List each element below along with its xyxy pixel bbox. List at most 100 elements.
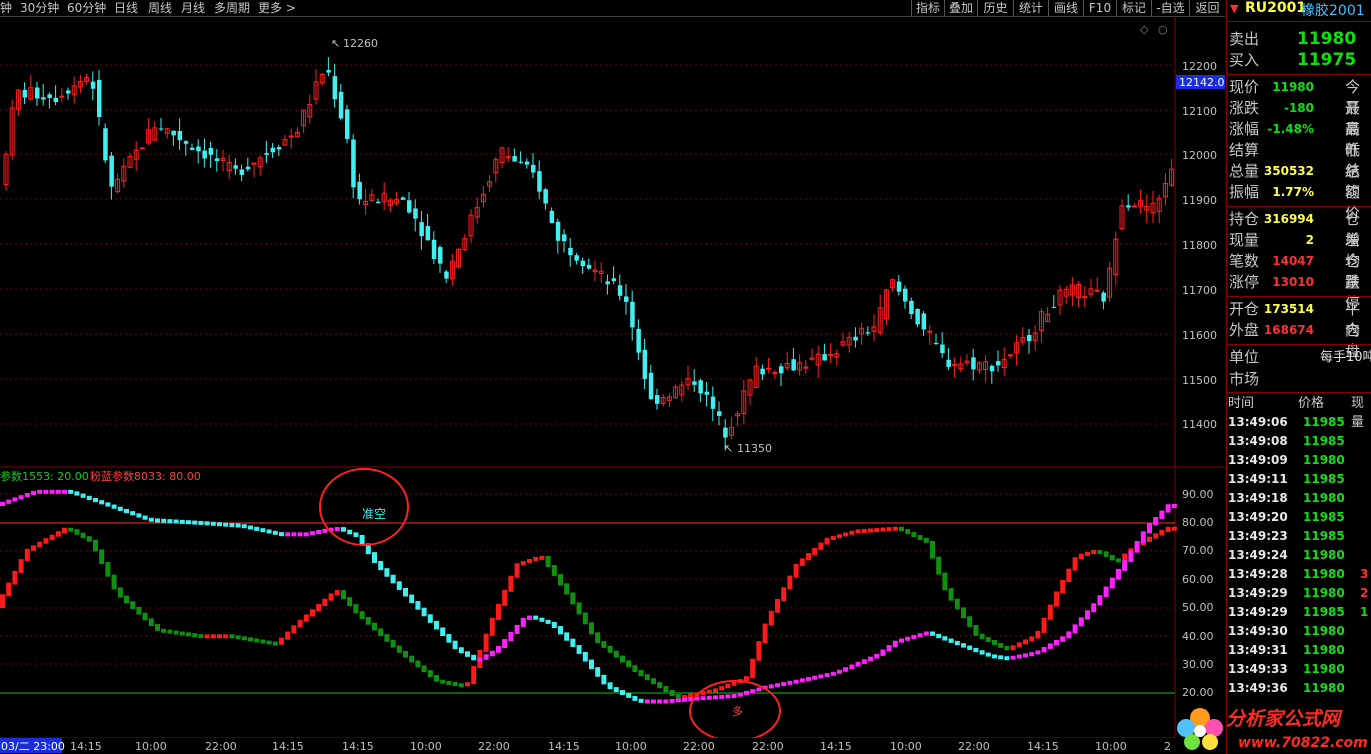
tick-price: 11980	[1303, 548, 1345, 562]
time-tick: 22:00	[958, 740, 990, 753]
candlestick-series	[3, 57, 1175, 451]
candle-body	[903, 288, 908, 302]
indicator-bar-2	[1128, 550, 1134, 563]
indicator-bar-2	[80, 493, 86, 498]
period-tab-daily[interactable]: 日线	[114, 0, 138, 16]
indicator-bar-2	[74, 491, 80, 496]
f10-button[interactable]: F10	[1083, 0, 1116, 16]
indicator-bar-2	[998, 655, 1004, 660]
indicator-bar-1	[644, 674, 650, 681]
indicator-bar-1	[37, 541, 43, 548]
back-button[interactable]: 返回	[1189, 0, 1225, 16]
quote-row: 涨幅 -1.48% 最低	[1227, 119, 1371, 159]
indicator-bar-1	[210, 634, 216, 639]
candle-body	[1131, 205, 1137, 208]
indicator-bar-2	[669, 698, 675, 703]
candle-body	[400, 197, 406, 200]
overlay-button[interactable]: 叠加	[944, 0, 977, 16]
indicator-bar-2	[967, 645, 973, 650]
indicator-bar-1	[452, 682, 458, 687]
indicator-bar-1	[18, 559, 24, 573]
indicator-bar-2	[880, 649, 886, 656]
indicator-bar-2	[347, 529, 353, 535]
ticks-header-price: 价格	[1298, 396, 1325, 411]
indicator-bar-1	[186, 632, 191, 637]
period-tab-min[interactable]: 钟	[0, 0, 12, 16]
indicator-bar-1	[675, 693, 681, 699]
tick-time: 13:49:09	[1228, 453, 1288, 467]
indicator-bar-1	[601, 641, 607, 648]
indicator-bar-2	[359, 534, 365, 546]
history-button[interactable]: 历史	[977, 0, 1013, 16]
indicator-bar-2	[353, 532, 359, 537]
close-pane-icon[interactable]: ○	[1158, 23, 1168, 36]
indicator-bar-2	[446, 634, 452, 643]
indicator-bar-2	[644, 699, 650, 704]
diamond-icon[interactable]: ◇	[1140, 23, 1149, 36]
indicator-bar-2	[799, 678, 805, 683]
period-tab-multi[interactable]: 多周期	[214, 0, 250, 16]
mark-button[interactable]: 标记	[1116, 0, 1151, 16]
quote-row: 持仓 316994 仓差	[1227, 209, 1371, 249]
indicator-bar-1	[725, 683, 731, 689]
period-tab-30min[interactable]: 30分钟	[20, 0, 59, 16]
indicator-bar-1	[942, 572, 948, 591]
indicator-bar-1	[6, 582, 12, 597]
period-tab-60min[interactable]: 60分钟	[67, 0, 106, 16]
more-menu[interactable]: 更多 >	[258, 0, 296, 16]
indicator-bar-2	[136, 513, 142, 518]
chart-area[interactable]: 12200 12100 12000 11900 11800 11700 1160…	[0, 16, 1225, 738]
indicator-bar-2	[936, 633, 942, 639]
quote-row-value: 2	[1305, 233, 1314, 247]
indicator-bar-1	[861, 528, 867, 533]
indicator-bar-1	[954, 598, 960, 610]
quote-row-label: 现量	[1229, 231, 1260, 249]
indicator-bar-2	[396, 581, 402, 590]
indicator-bar-1	[936, 556, 942, 575]
quote-row-label: 开仓	[1229, 300, 1260, 318]
period-tab-weekly[interactable]: 周线	[148, 0, 172, 16]
stats-button[interactable]: 统计	[1013, 0, 1048, 16]
period-tab-monthly[interactable]: 月线	[181, 0, 205, 16]
symbol-name: 橡胶2001	[1301, 3, 1365, 19]
candle-body	[47, 94, 52, 98]
tick-row: 13:49:33 11980	[1227, 660, 1371, 679]
tick-time: 13:49:33	[1228, 662, 1288, 676]
remove-watchlist-button[interactable]: -自选	[1151, 0, 1189, 16]
indicator-bar-1	[669, 690, 675, 696]
indicator-bar-2	[942, 636, 948, 641]
candle-body	[636, 328, 641, 353]
tick-price: 11980	[1303, 662, 1345, 676]
indicator-bar-2	[731, 693, 737, 698]
indicator-bar-2	[520, 617, 526, 627]
tick-price: 11985	[1303, 605, 1345, 619]
indicator-bar-1	[806, 553, 811, 561]
indicator-bar-1	[31, 545, 36, 551]
indicator-bar-2	[973, 647, 979, 653]
candle-body	[1051, 306, 1057, 308]
indicator-bar-2	[117, 506, 123, 511]
candle-body	[531, 164, 536, 173]
indicator-bar-1	[372, 622, 377, 631]
long-signal-label: 多	[732, 704, 743, 718]
tick-time: 13:49:18	[1228, 491, 1288, 505]
candle-body	[989, 365, 995, 372]
indicator-tick: 30.00	[1182, 658, 1214, 671]
indicator-bar-1	[1072, 557, 1078, 571]
candle-body	[611, 278, 617, 282]
candle-body	[214, 158, 220, 162]
indicator-bar-2	[471, 654, 477, 661]
indicator-bar-2	[601, 674, 607, 685]
indicator-bar-2	[210, 521, 216, 526]
indicator-bar-2	[1054, 639, 1059, 646]
dropdown-arrow-icon[interactable]: ▼	[1230, 2, 1238, 15]
draw-button[interactable]: 画线	[1048, 0, 1083, 16]
candle-body	[655, 395, 660, 404]
indicator-button[interactable]: 指标	[911, 0, 944, 16]
indicator-bar-1	[421, 665, 427, 673]
tick-row: 13:49:24 11980	[1227, 546, 1371, 565]
tick-time: 13:49:23	[1228, 529, 1288, 543]
indicator-bar-2	[527, 615, 532, 620]
indicator-bar-1	[824, 537, 830, 545]
indicator-bar-2	[1060, 636, 1066, 642]
